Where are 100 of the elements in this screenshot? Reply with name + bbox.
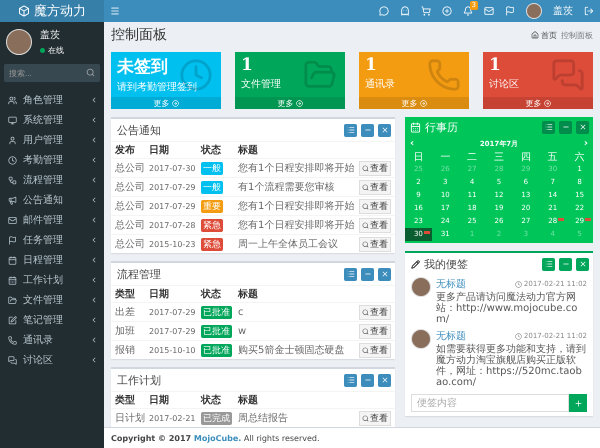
chat-icon — [8, 356, 17, 364]
menu-item[interactable]: 日程管理 — [0, 250, 104, 270]
logout-icon[interactable] — [584, 6, 594, 16]
column-header: 发布 — [115, 144, 136, 157]
user-avatar — [411, 277, 431, 297]
collapse-button[interactable] — [361, 268, 374, 280]
menu-button[interactable] — [110, 6, 120, 16]
view-button[interactable]: 查看 — [359, 410, 391, 426]
view-button[interactable]: 查看 — [359, 180, 391, 194]
close-button[interactable] — [378, 124, 391, 136]
close-button[interactable] — [576, 120, 589, 134]
close-button[interactable] — [576, 258, 589, 270]
mail-icon[interactable] — [484, 6, 494, 16]
table-cell-text: 总公司 — [115, 200, 146, 213]
table-cell-text: 有1个流程需要您审核 — [238, 180, 336, 194]
search-field[interactable]: 搜索... — [4, 64, 100, 82]
user-avatar[interactable] — [526, 3, 542, 19]
user-avatar — [411, 329, 431, 349]
previous-month-button[interactable]: ‹ — [410, 138, 414, 149]
ghost-icon[interactable] — [400, 6, 410, 16]
view-button[interactable]: 查看 — [359, 198, 391, 214]
menu-item[interactable]: 公告通知 — [0, 190, 104, 210]
weekday-label: 一 — [439, 151, 452, 163]
view-button[interactable]: 查看 — [359, 342, 391, 358]
next-month-button[interactable]: › — [584, 138, 588, 149]
calendar-icon — [410, 122, 421, 132]
table-cell-text: 2015-10-10 — [149, 346, 196, 354]
menu-item[interactable]: 用户管理 — [0, 130, 104, 150]
mail-icon — [8, 216, 17, 224]
search-icon — [362, 222, 369, 228]
menu-button[interactable] — [344, 374, 357, 386]
weekday-label: 二 — [466, 151, 478, 163]
column-header: 类型 — [115, 394, 136, 407]
note-author[interactable]: 无标题 — [436, 277, 466, 291]
close-button[interactable] — [378, 374, 391, 386]
flag-icon — [8, 236, 17, 244]
close-icon — [380, 126, 388, 134]
mojocube-link[interactable]: MojoCube. — [194, 434, 242, 442]
view-button[interactable]: 查看 — [359, 304, 391, 320]
table-cell-text: 总公司 — [115, 162, 146, 175]
cart-icon[interactable] — [421, 6, 431, 16]
menu-item[interactable]: 工作计划 — [0, 270, 104, 290]
more-link[interactable]: 更多 — [235, 97, 345, 109]
view-button[interactable]: 查看 — [359, 236, 391, 252]
menu-button[interactable] — [542, 120, 555, 134]
menu-item[interactable]: 笔记管理 — [0, 310, 104, 330]
table-cell-text: 2017-07-28 — [149, 220, 196, 230]
collapse-button[interactable] — [559, 120, 572, 134]
chat-icon[interactable] — [379, 6, 389, 16]
chevron-icon — [90, 296, 98, 304]
menu-item[interactable]: 系统管理 — [0, 110, 104, 130]
table-cell-text: 2017-02-21 — [149, 414, 196, 422]
status-label: 紧急 — [201, 238, 223, 250]
view-button[interactable]: 查看 — [359, 324, 391, 338]
view-button[interactable]: 查看 — [359, 218, 391, 232]
more-link[interactable]: 更多 — [111, 97, 221, 109]
menu-item[interactable]: 任务管理 — [0, 230, 104, 250]
collapse-button[interactable] — [361, 124, 374, 136]
menu-button[interactable] — [344, 124, 357, 136]
add-button[interactable] — [569, 394, 587, 412]
arrow-icon — [172, 100, 178, 106]
column-header: 标题 — [238, 144, 259, 157]
flag-icon[interactable] — [505, 6, 515, 16]
menu-button[interactable] — [542, 258, 555, 270]
breadcrumb-link[interactable]: 首页 — [531, 30, 557, 40]
collapse-button[interactable] — [361, 374, 374, 386]
search-icon — [362, 164, 369, 172]
menu-item[interactable]: 讨论区 — [0, 350, 104, 370]
search-icon — [362, 414, 369, 422]
close-button[interactable] — [378, 268, 391, 280]
list-icon — [346, 270, 354, 278]
menu-item[interactable]: 角色管理 — [0, 90, 104, 110]
panel-title: 工作计划 — [117, 372, 162, 388]
bell-icon[interactable] — [463, 6, 473, 16]
menu-item[interactable]: 文件管理 — [0, 290, 104, 310]
view-button[interactable]: 查看 — [359, 160, 391, 176]
status-label: 已批准 — [201, 306, 232, 318]
menu-item[interactable]: 通讯录 — [0, 330, 104, 350]
close-icon — [380, 376, 388, 384]
add-icon[interactable] — [442, 6, 452, 16]
table-cell-text: 2015-10-23 — [149, 240, 196, 248]
user-name[interactable]: 盖茨 — [553, 4, 573, 18]
panel-title: 我的便签 — [424, 256, 469, 272]
collapse-button[interactable] — [559, 258, 572, 270]
search-icon — [362, 328, 369, 334]
note-input[interactable]: 便签内容 — [411, 394, 569, 412]
note-author[interactable]: 无标题 — [436, 329, 466, 343]
menu-button[interactable] — [344, 268, 357, 280]
table-cell-text: c — [238, 306, 244, 318]
menu-item[interactable]: 流程管理 — [0, 170, 104, 190]
status-label: 已批准 — [201, 324, 232, 338]
menu-item[interactable]: 考勤管理 — [0, 150, 104, 170]
chevron-icon — [90, 216, 98, 224]
note-text: 更多产品请访问魔法动力官方网站：http://www.mojocube.com/ — [436, 292, 578, 325]
weekday-label: 三 — [492, 151, 505, 163]
more-link[interactable]: 更多 — [359, 97, 469, 109]
column-header: 标题 — [238, 394, 259, 407]
table-cell-text: 2017-07-29 — [149, 308, 196, 316]
more-link[interactable]: 更多 — [483, 97, 593, 109]
menu-item[interactable]: 邮件管理 — [0, 210, 104, 230]
